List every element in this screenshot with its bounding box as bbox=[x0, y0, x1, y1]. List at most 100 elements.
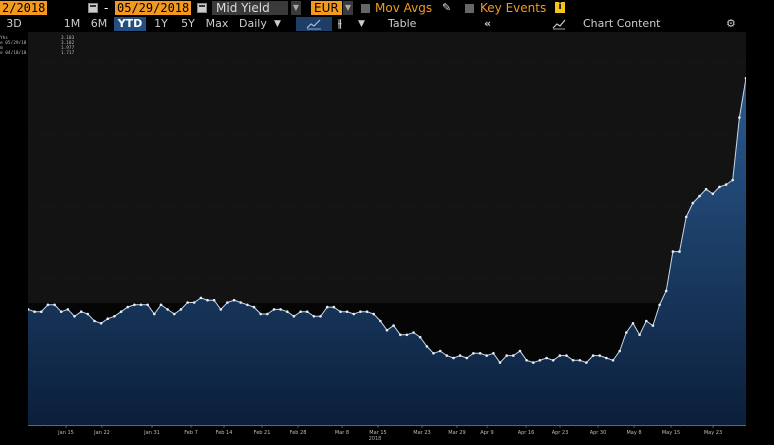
data-point bbox=[153, 312, 156, 316]
top-toolbar: 2/2018 - 05/29/2018 Mid Yield ▼ EUR ▼ Mo… bbox=[0, 0, 774, 16]
data-point bbox=[385, 328, 389, 332]
data-point bbox=[332, 305, 336, 309]
data-point bbox=[93, 319, 96, 323]
data-point bbox=[319, 315, 322, 318]
tab-5y[interactable]: 5Y bbox=[177, 17, 199, 31]
chevron-down-icon[interactable]: ▼ bbox=[358, 17, 365, 31]
data-point bbox=[345, 310, 349, 314]
data-point bbox=[119, 310, 123, 314]
key-events-label[interactable]: Key Events bbox=[480, 1, 546, 15]
data-point bbox=[704, 187, 708, 191]
data-point bbox=[66, 308, 70, 311]
x-tick-label: May 23 bbox=[704, 430, 722, 436]
data-point bbox=[558, 354, 562, 357]
data-point bbox=[392, 324, 395, 327]
legend-row: e 04/18/18 1.717 bbox=[0, 51, 75, 56]
data-point bbox=[46, 303, 50, 307]
candlestick-icon[interactable]: ⫲ bbox=[338, 17, 342, 31]
calendar-icon[interactable] bbox=[88, 3, 98, 13]
table-button[interactable]: Table bbox=[388, 17, 416, 31]
data-point bbox=[578, 359, 582, 362]
data-point bbox=[192, 301, 196, 304]
line-chart-icon[interactable] bbox=[296, 17, 332, 31]
data-point bbox=[325, 305, 329, 309]
tab-ytd[interactable]: YTD bbox=[114, 17, 146, 31]
data-point bbox=[498, 361, 502, 364]
gear-icon[interactable]: ⚙ bbox=[726, 17, 736, 31]
chevron-down-icon[interactable]: ▼ bbox=[343, 1, 353, 15]
data-point bbox=[638, 333, 641, 337]
data-point bbox=[492, 352, 495, 355]
data-point bbox=[585, 361, 588, 364]
tab-1m[interactable]: 1M bbox=[60, 17, 84, 31]
data-point bbox=[40, 310, 43, 314]
chevron-down-icon[interactable]: ▼ bbox=[274, 17, 281, 31]
collapse-icon[interactable]: « bbox=[484, 17, 491, 31]
data-point bbox=[226, 301, 229, 304]
data-point bbox=[485, 354, 489, 357]
data-point bbox=[292, 315, 296, 318]
data-point bbox=[86, 312, 90, 316]
key-events-checkbox[interactable] bbox=[465, 4, 474, 13]
data-point bbox=[625, 331, 628, 334]
data-point bbox=[59, 310, 63, 314]
frequency-selector[interactable]: Daily bbox=[239, 17, 267, 31]
data-point bbox=[73, 315, 76, 318]
currency-selector[interactable]: EUR bbox=[311, 1, 342, 15]
x-tick-label: Mar 29 bbox=[448, 430, 465, 436]
data-point bbox=[352, 312, 356, 316]
data-point bbox=[166, 308, 169, 311]
start-date-field[interactable]: 2/2018 bbox=[0, 1, 48, 15]
x-tick-label: May 8 bbox=[626, 430, 641, 436]
x-axis-year-label: 2018 bbox=[369, 436, 382, 442]
left-gutter bbox=[0, 32, 28, 425]
data-point bbox=[365, 310, 369, 314]
data-point bbox=[478, 352, 482, 355]
field-selector[interactable]: Mid Yield bbox=[212, 1, 288, 15]
x-tick-label: Jan 31 bbox=[143, 430, 160, 436]
data-point bbox=[99, 322, 103, 325]
data-point bbox=[512, 354, 515, 357]
info-icon[interactable]: i bbox=[555, 2, 565, 13]
data-point bbox=[418, 335, 422, 339]
end-date-field[interactable]: 05/29/2018 bbox=[115, 1, 192, 15]
data-point bbox=[525, 359, 528, 362]
data-point bbox=[664, 289, 668, 293]
data-point bbox=[731, 178, 734, 182]
tab-6m[interactable]: 6M bbox=[87, 17, 111, 31]
x-tick-label: Feb 14 bbox=[216, 430, 233, 436]
x-tick-label: Feb 21 bbox=[254, 430, 271, 436]
data-point bbox=[532, 361, 535, 364]
tab-max[interactable]: Max bbox=[204, 17, 230, 31]
price-chart[interactable] bbox=[28, 32, 746, 425]
tab-1y[interactable]: 1Y bbox=[150, 17, 172, 31]
data-point bbox=[738, 116, 741, 119]
data-point bbox=[106, 317, 110, 321]
data-point bbox=[239, 301, 242, 304]
data-point bbox=[359, 310, 362, 314]
data-point bbox=[671, 250, 675, 253]
data-point bbox=[79, 310, 83, 314]
data-point bbox=[159, 303, 163, 307]
chart-content-button[interactable]: Chart Content bbox=[583, 17, 660, 31]
data-point bbox=[458, 354, 462, 357]
tab-3d[interactable]: 3D bbox=[2, 17, 26, 31]
x-tick-label: Apr 23 bbox=[552, 430, 569, 436]
x-tick-label: Feb 28 bbox=[290, 430, 307, 436]
chevron-down-icon[interactable]: ▼ bbox=[291, 1, 301, 15]
mov-avgs-label[interactable]: Mov Avgs bbox=[375, 1, 432, 15]
data-point bbox=[711, 192, 715, 196]
data-point bbox=[684, 215, 688, 219]
data-point bbox=[379, 319, 382, 323]
x-tick-label: Apr 9 bbox=[480, 430, 493, 436]
mov-avgs-checkbox[interactable] bbox=[361, 4, 370, 13]
y-axis-area bbox=[746, 32, 774, 425]
chart-content-icon[interactable] bbox=[552, 17, 566, 31]
calendar-icon[interactable] bbox=[197, 3, 207, 13]
pencil-icon[interactable]: ✎ bbox=[442, 1, 451, 15]
data-point bbox=[551, 359, 555, 362]
data-point bbox=[53, 303, 56, 307]
data-point bbox=[405, 333, 409, 337]
data-point bbox=[545, 356, 548, 360]
data-point bbox=[266, 312, 269, 316]
